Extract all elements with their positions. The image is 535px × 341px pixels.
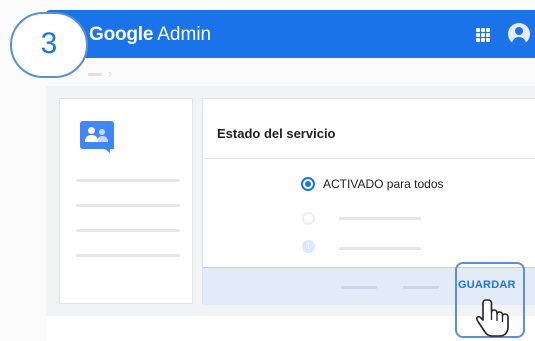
placeholder-line xyxy=(339,217,421,220)
placeholder-line xyxy=(339,247,421,250)
info-icon[interactable]: i xyxy=(302,240,315,253)
card-header: Estado del servicio xyxy=(203,99,535,159)
placeholder-action xyxy=(341,286,377,289)
placeholder-line xyxy=(76,179,180,182)
admin-topbar: Google Admin xyxy=(46,10,535,58)
radio-on-for-everyone[interactable] xyxy=(301,177,315,191)
apps-grid-icon[interactable] xyxy=(476,28,490,42)
radio-option-placeholder[interactable] xyxy=(302,212,315,225)
placeholder-action xyxy=(403,286,439,289)
breadcrumb-placeholder xyxy=(88,72,102,76)
service-status-title: Estado del servicio xyxy=(217,126,336,141)
placeholder-line xyxy=(76,229,180,232)
app-info-card xyxy=(59,98,193,304)
step-number-badge: 3 xyxy=(10,12,88,78)
breadcrumb: › xyxy=(88,67,112,81)
placeholder-line xyxy=(76,254,180,257)
brand-admin: Admin xyxy=(157,24,212,45)
radio-on-label[interactable]: ACTIVADO para todos xyxy=(323,177,444,191)
save-button[interactable]: GUARDAR xyxy=(458,279,516,291)
chevron-right-icon: › xyxy=(108,67,112,81)
hand-pointer-icon xyxy=(476,299,509,337)
avatar-icon[interactable] xyxy=(508,23,530,45)
brand-google: Google xyxy=(89,24,154,45)
step-number: 3 xyxy=(40,27,58,60)
google-admin-logo[interactable]: Google Admin xyxy=(89,24,211,46)
app-users-icon xyxy=(80,121,114,153)
placeholder-line xyxy=(76,204,180,207)
